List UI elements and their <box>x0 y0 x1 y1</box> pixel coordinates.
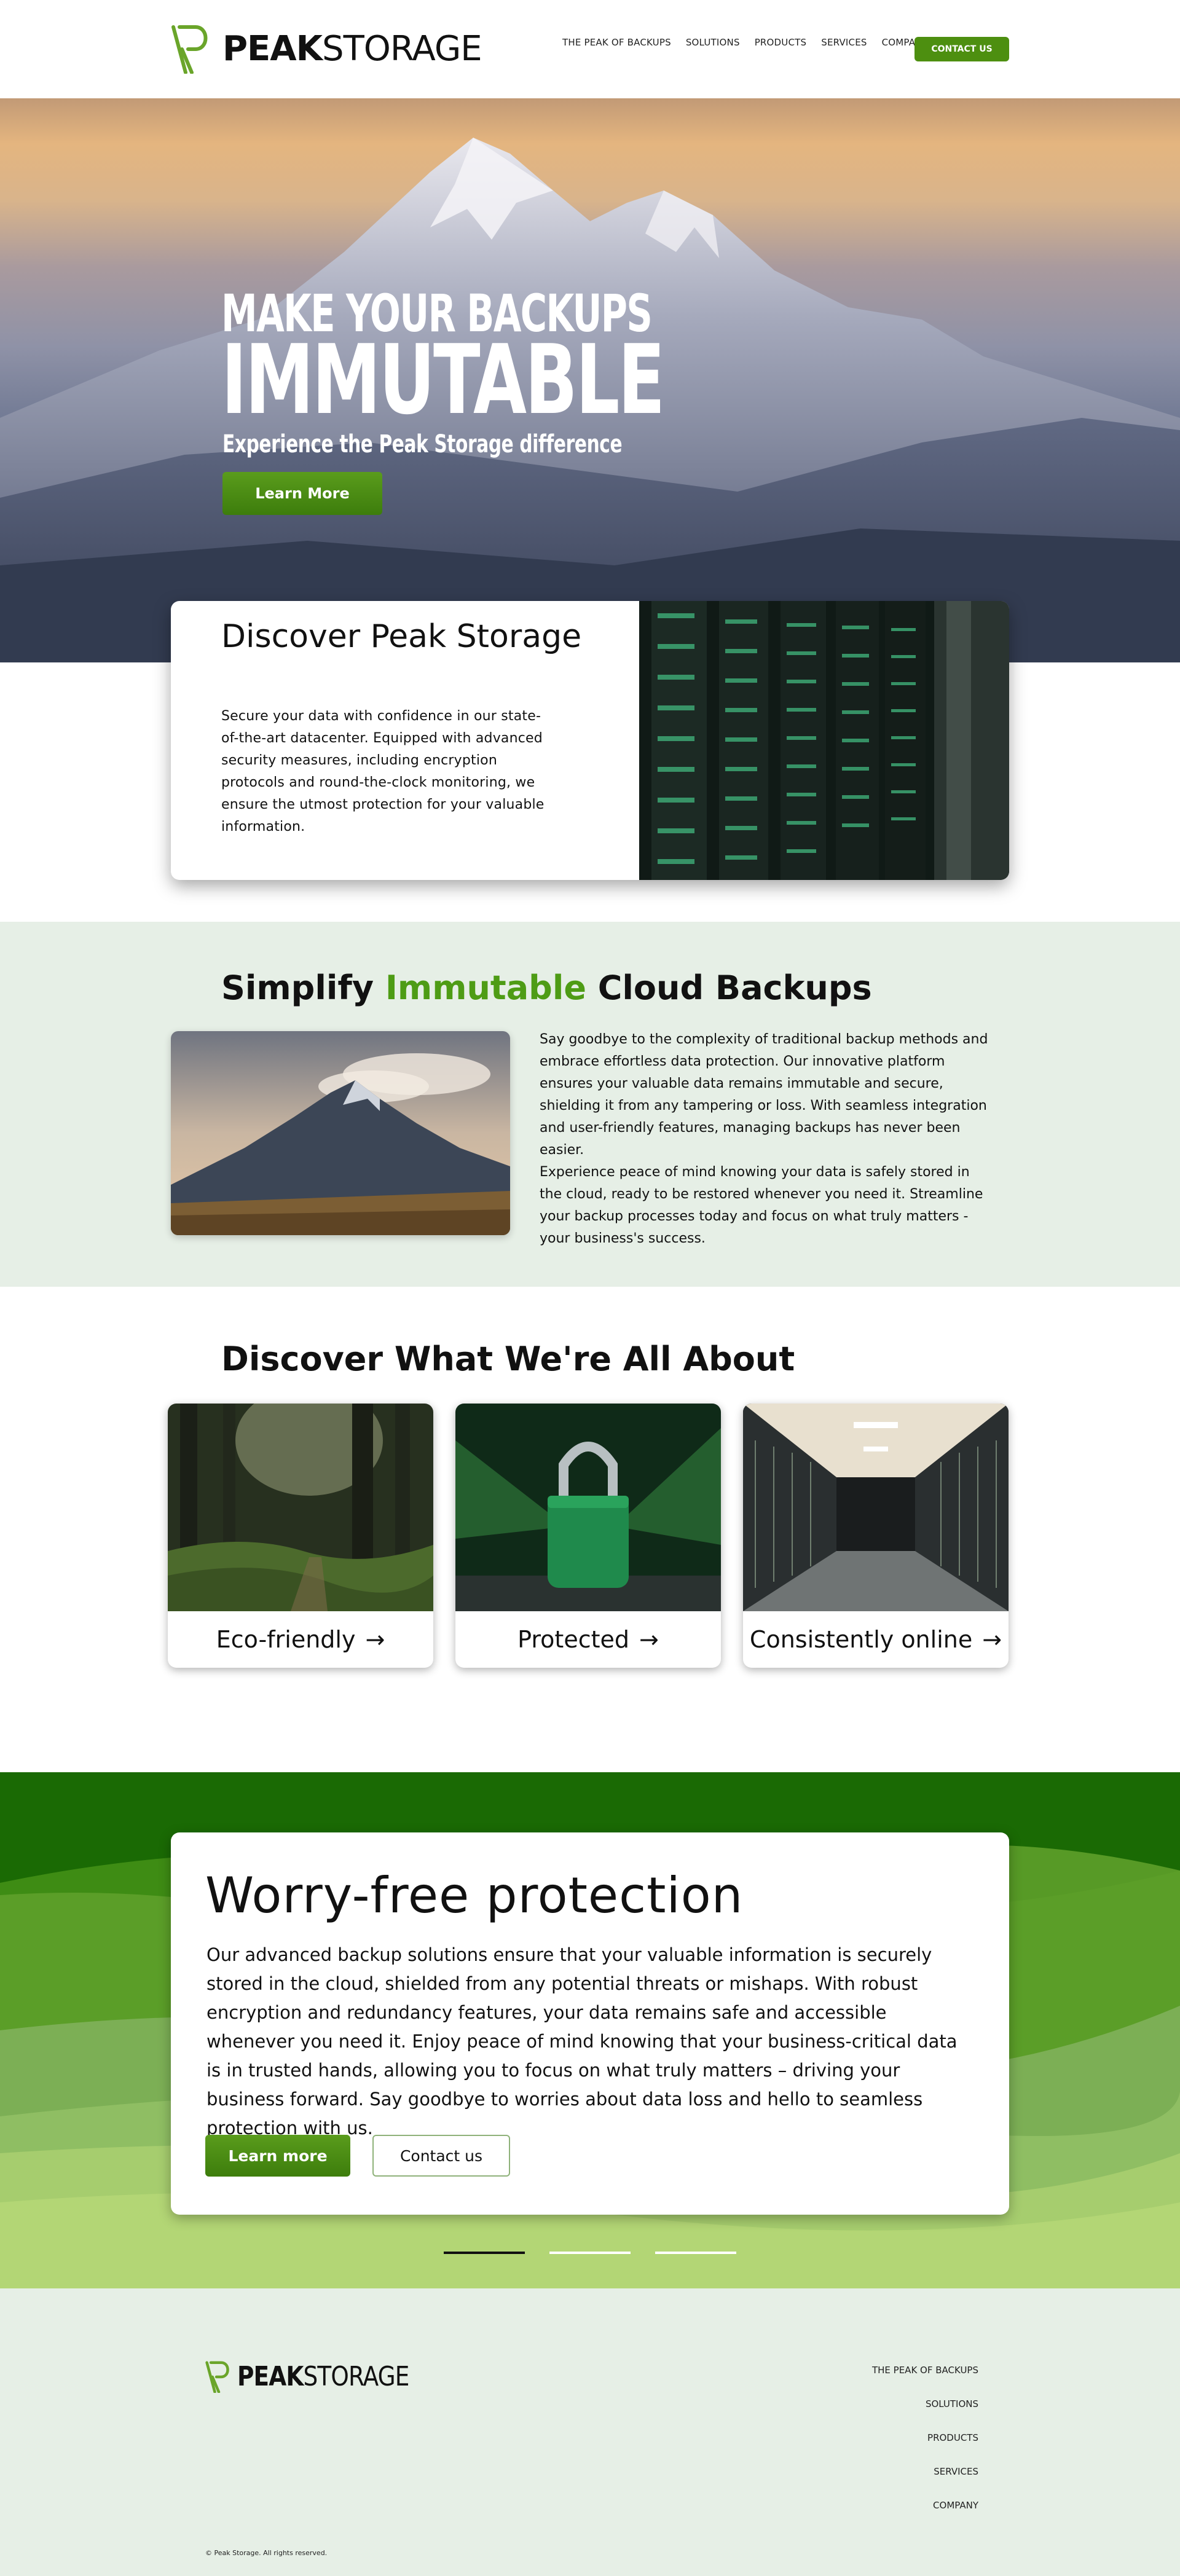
discover-card: Discover Peak Storage Secure your data w… <box>171 601 1009 880</box>
carousel-dot-3[interactable] <box>655 2252 736 2254</box>
nav-item-products[interactable]: PRODUCTS <box>755 37 807 48</box>
main-nav: THE PEAK OF BACKUPS SOLUTIONS PRODUCTS S… <box>562 37 943 48</box>
nav-item-services[interactable]: SERVICES <box>821 37 867 48</box>
carousel-dot-2[interactable] <box>549 2252 631 2254</box>
hero-subtitle: Experience the Peak Storage difference <box>222 430 623 458</box>
footer-nav-products[interactable]: PRODUCTS <box>872 2432 978 2466</box>
footer-nav: THE PEAK OF BACKUPS SOLUTIONS PRODUCTS S… <box>872 2365 978 2534</box>
logo[interactable]: PEAKSTORAGE <box>171 25 482 74</box>
contact-us-button[interactable]: CONTACT US <box>914 37 1009 61</box>
about-title: Discover What We're All About <box>221 1340 795 1378</box>
nav-item-peak-of-backups[interactable]: THE PEAK OF BACKUPS <box>562 37 671 48</box>
contact-us-outline-button[interactable]: Contact us <box>372 2135 510 2177</box>
copyright-text: © Peak Storage. All rights reserved. <box>205 2549 328 2557</box>
feature-label-eco-friendly: Eco-friendly → <box>216 1626 385 1653</box>
peak-logo-icon <box>171 25 208 74</box>
footer-logo[interactable]: PEAKSTORAGE <box>205 2361 439 2393</box>
logo-wordmark: PEAKSTORAGE <box>222 29 482 69</box>
simplify-paragraph-2: Experience peace of mind knowing your da… <box>540 1164 983 1246</box>
footer-nav-company[interactable]: COMPANY <box>872 2500 978 2534</box>
simplify-title: Simplify Immutable Cloud Backups <box>221 968 872 1007</box>
footer-nav-peak-of-backups[interactable]: THE PEAK OF BACKUPS <box>872 2365 978 2398</box>
footer-nav-solutions[interactable]: SOLUTIONS <box>872 2398 978 2432</box>
peak-logo-icon <box>205 2361 229 2393</box>
learn-more-button[interactable]: Learn more <box>205 2135 350 2177</box>
worry-free-text: Our advanced backup solutions ensure tha… <box>206 1944 958 2138</box>
footer-logo-wordmark: PEAKSTORAGE <box>237 2361 409 2392</box>
discover-title: Discover Peak Storage <box>221 618 582 655</box>
arrow-right-icon: → <box>365 1626 385 1653</box>
feature-label-protected: Protected → <box>517 1626 659 1653</box>
carousel-dot-1[interactable] <box>444 2252 525 2254</box>
simplify-section: Simplify Immutable Cloud Backups Say goo… <box>0 922 1180 1287</box>
feature-label-consistently-online: Consistently online → <box>749 1626 1002 1653</box>
site-footer: PEAKSTORAGE THE PEAK OF BACKUPS SOLUTION… <box>0 2288 1180 2576</box>
feature-card-protected[interactable]: Protected → <box>455 1404 721 1668</box>
datacenter-corridor-image <box>743 1404 1009 1611</box>
feature-card-consistently-online[interactable]: Consistently online → <box>743 1404 1009 1668</box>
nav-item-solutions[interactable]: SOLUTIONS <box>686 37 740 48</box>
forest-image <box>168 1404 433 1611</box>
footer-nav-services[interactable]: SERVICES <box>872 2466 978 2500</box>
simplify-text: Say goodbye to the complexity of traditi… <box>540 1029 994 1250</box>
feature-card-eco-friendly[interactable]: Eco-friendly → <box>168 1404 433 1668</box>
worry-free-title: Worry-free protection <box>205 1867 744 1924</box>
simplify-paragraph-1: Say goodbye to the complexity of traditi… <box>540 1032 988 1158</box>
hero-learn-more-button[interactable]: Learn More <box>222 472 382 515</box>
site-header: PEAKSTORAGE THE PEAK OF BACKUPS SOLUTION… <box>0 0 1180 98</box>
worry-free-card: Worry-free protection Our advanced backu… <box>171 1832 1009 2215</box>
padlock-image <box>455 1404 721 1611</box>
worry-free-section: Worry-free protection Our advanced backu… <box>0 1772 1180 2288</box>
arrow-right-icon: → <box>982 1626 1002 1653</box>
server-rack-image <box>639 601 1009 880</box>
arrow-right-icon: → <box>639 1626 659 1653</box>
discover-text: Secure your data with confidence in our … <box>221 709 545 834</box>
hero-section: MAKE YOUR BACKUPS IMMUTABLE Experience t… <box>0 98 1180 662</box>
hero-title-line2: IMMUTABLE <box>221 324 665 436</box>
mountain-landscape-image <box>171 1031 510 1235</box>
